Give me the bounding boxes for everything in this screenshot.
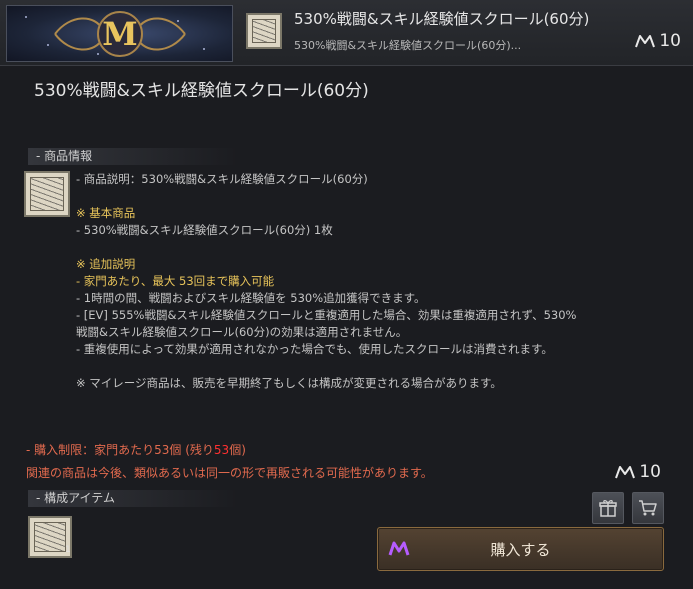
desc-line: - [EV] 555%戦闘&スキル経験値スクロールと重複適用した場合、効果は重複… (76, 308, 577, 322)
mileage-banner: M (6, 5, 233, 62)
gift-button[interactable] (592, 492, 624, 524)
header-price-value: 10 (659, 31, 681, 51)
mileage-icon (388, 541, 410, 556)
desc-line: - 重複使用によって効果が適用されなかった場合でも、使用したスクロールは消費され… (76, 342, 553, 356)
desc-line: ※ 追加説明 (76, 257, 136, 271)
section-label-info: - 商品情報 (28, 148, 238, 165)
component-count: 1 (65, 545, 71, 555)
header-price: 10 (635, 31, 681, 51)
buy-button[interactable]: 購入する (377, 527, 664, 571)
mileage-icon (635, 35, 656, 48)
scroll-item-icon[interactable] (24, 171, 70, 217)
desc-line: - 530%戦闘&スキル経験値スクロール(60分) 1枚 (76, 223, 333, 237)
desc-line: ※ マイレージ商品は、販売を早期終了もしくは構成が変更される場合があります。 (76, 376, 502, 390)
price: 10 (615, 462, 661, 482)
m-logo-icon: M (53, 10, 186, 57)
item-title: 530%戦闘&スキル経験値スクロール(60分) (34, 81, 369, 101)
mileage-icon (615, 466, 636, 479)
product-description: - 商品説明：530%戦闘&スキル経験値スクロール(60分) ※ 基本商品 - … (76, 171, 681, 392)
price-value: 10 (639, 462, 661, 482)
desc-line: - 商品説明：530%戦闘&スキル経験値スクロール(60分) (76, 172, 368, 186)
scroll-item-icon (246, 13, 282, 49)
desc-line: 戦闘&スキル経験値スクロール(60分)の効果は適用されません。 (76, 325, 408, 339)
section-label-parts: - 構成アイテム (28, 490, 238, 507)
gift-icon (599, 500, 617, 517)
header-subtitle: 530%戦闘&スキル経験値スクロール(60分)... (294, 39, 522, 52)
desc-line: ※ 基本商品 (76, 206, 136, 220)
product-header: M 530%戦闘&スキル経験値スクロール(60分) 530%戦闘&スキル経験値ス… (0, 0, 693, 66)
header-title: 530%戦闘&スキル経験値スクロール(60分) (294, 10, 590, 28)
remaining-count: 53 (213, 443, 230, 457)
desc-line: - 家門あたり、最大 53回まで購入可能 (76, 274, 275, 288)
desc-line: - 1時間の間、戦闘およびスキル経験値を 530%追加獲得できます。 (76, 291, 426, 305)
svg-text:M: M (102, 15, 137, 53)
cart-button[interactable] (632, 492, 664, 524)
purchase-limit: - 購入制限：家門あたり53個 (残り53個) (26, 443, 246, 457)
cart-icon (639, 500, 657, 516)
buy-button-label: 購入する (490, 540, 551, 559)
resale-notice: 関連の商品は今後、類似あるいは同一の形で再販される可能性があります。 (26, 466, 433, 480)
